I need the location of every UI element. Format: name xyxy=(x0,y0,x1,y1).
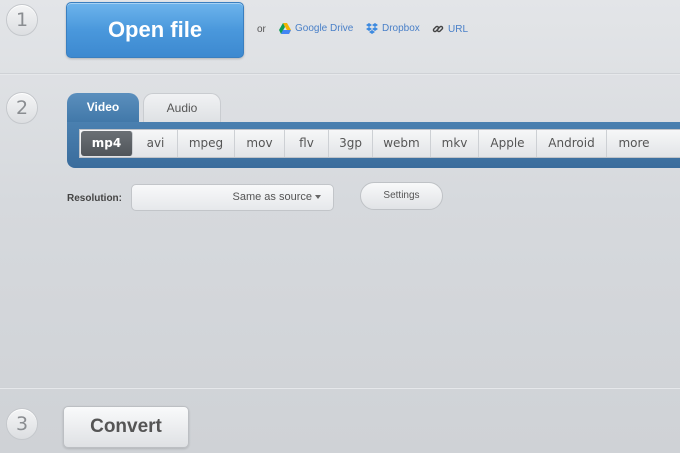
format-list: mp4 avi mpeg mov flv 3gp webm mkv Apple … xyxy=(79,129,680,158)
step-number-1: 1 xyxy=(6,4,38,36)
convert-button[interactable]: Convert xyxy=(63,406,189,448)
step-choose-format: 2 Video Audio mp4 avi mpeg mov flv 3gp w… xyxy=(0,76,680,388)
or-text: or xyxy=(257,24,266,35)
format-android[interactable]: Android xyxy=(537,130,607,157)
format-3gp[interactable]: 3gp xyxy=(329,130,373,157)
format-mov[interactable]: mov xyxy=(235,130,285,157)
tab-video[interactable]: Video xyxy=(67,93,139,125)
google-drive-icon xyxy=(279,23,291,34)
url-label: URL xyxy=(448,23,469,35)
step-convert: 3 Convert xyxy=(0,390,680,453)
format-avi[interactable]: avi xyxy=(134,130,178,157)
resolution-label: Resolution: xyxy=(67,193,122,204)
url-link[interactable]: URL xyxy=(432,23,468,35)
open-file-button[interactable]: Open file xyxy=(66,2,244,58)
format-apple[interactable]: Apple xyxy=(479,130,537,157)
dropbox-icon xyxy=(366,23,378,34)
chevron-down-icon xyxy=(315,195,321,200)
format-mp4[interactable]: mp4 xyxy=(81,131,133,156)
format-flv[interactable]: flv xyxy=(285,130,329,157)
step-number-3: 3 xyxy=(6,408,38,440)
link-icon xyxy=(432,25,444,33)
dropbox-label: Dropbox xyxy=(382,23,420,34)
step-number-2: 2 xyxy=(6,92,38,124)
tab-audio[interactable]: Audio xyxy=(143,93,221,125)
format-more[interactable]: more xyxy=(607,130,661,157)
settings-button[interactable]: Settings xyxy=(360,182,443,210)
resolution-select[interactable]: Same as source xyxy=(131,184,334,211)
step-open-file: 1 Open file or Google Drive Dropbox URL xyxy=(0,0,680,74)
format-panel: mp4 avi mpeg mov flv 3gp webm mkv Apple … xyxy=(67,122,680,168)
divider xyxy=(0,73,680,75)
format-tabs: Video Audio xyxy=(67,93,680,125)
format-mkv[interactable]: mkv xyxy=(431,130,479,157)
google-drive-label: Google Drive xyxy=(295,23,354,34)
divider xyxy=(0,387,680,389)
dropbox-link[interactable]: Dropbox xyxy=(366,23,420,34)
resolution-value: Same as source xyxy=(232,191,312,203)
format-mpeg[interactable]: mpeg xyxy=(178,130,235,157)
format-webm[interactable]: webm xyxy=(373,130,431,157)
google-drive-link[interactable]: Google Drive xyxy=(279,23,353,34)
